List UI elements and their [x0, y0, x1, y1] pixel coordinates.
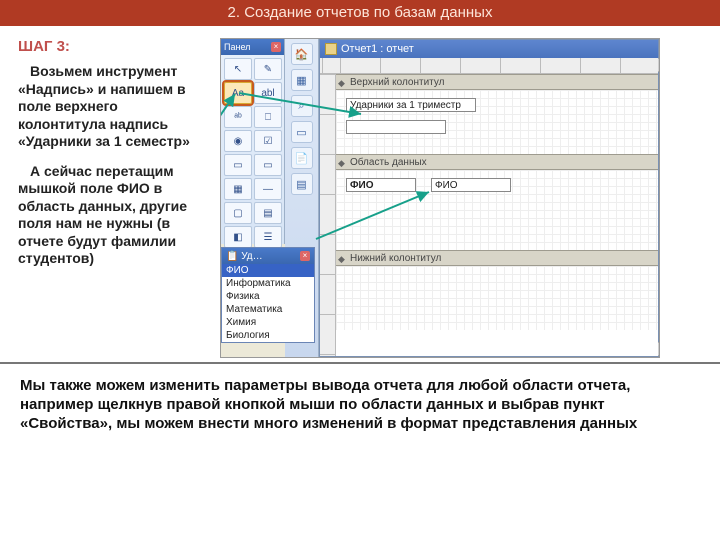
field-item-fio[interactable]: ФИО — [222, 264, 314, 277]
tool-optiongroup[interactable]: ᵃᵇ — [224, 106, 252, 128]
ribbon-report-icon[interactable]: 📄 — [291, 147, 313, 169]
empty-label-control[interactable] — [346, 120, 446, 134]
tool-toggle[interactable]: ⎕ — [254, 106, 282, 128]
ribbon-query-icon[interactable]: ⌕ — [291, 95, 313, 117]
tool-tab[interactable]: ☰ — [254, 226, 282, 248]
ribbon-page-icon[interactable]: ▤ — [291, 173, 313, 195]
close-icon[interactable]: × — [271, 42, 281, 52]
toolbox-title-text: Панел — [224, 42, 250, 52]
tool-checkbox[interactable]: ☑ — [254, 130, 282, 152]
page-footer-section[interactable] — [336, 266, 658, 330]
tool-optionbutton[interactable]: ◉ — [224, 130, 252, 152]
toolbox-palette: Панел × ↖ ✎ Aa abl ᵃᵇ ⎕ ◉ ☑ ▭ ▭ ▦ — ▢ — [221, 39, 285, 244]
tool-pagebreak[interactable]: ◧ — [224, 226, 252, 248]
footer-text: Мы также можем изменить параметры вывода… — [20, 376, 700, 434]
tool-pointer[interactable]: ↖ — [224, 58, 252, 80]
report-icon — [325, 43, 337, 55]
tool-label[interactable]: Aa — [224, 82, 252, 104]
tool-combobox[interactable]: ▭ — [224, 154, 252, 176]
field-control-fio[interactable]: ФИО — [431, 178, 511, 192]
field-list-panel[interactable]: 📋 Уд… × ФИО Информатика Физика Математик… — [221, 247, 315, 343]
page-header-section[interactable]: Ударники за 1 триместр — [336, 90, 658, 154]
instruction-column: ШАГ 3: Возьмем инструмент «Надпись» и на… — [18, 38, 208, 358]
tool-button[interactable]: ▦ — [224, 178, 252, 200]
slide-header: 2. Создание отчетов по базам данных — [0, 0, 720, 26]
footer-block: Мы также можем изменить параметры вывода… — [0, 362, 720, 434]
access-report-screenshot: Панел × ↖ ✎ Aa abl ᵃᵇ ⎕ ◉ ☑ ▭ ▭ ▦ — ▢ — [220, 38, 660, 358]
tool-bound-frame[interactable]: ▤ — [254, 202, 282, 224]
tool-textbox[interactable]: abl — [254, 82, 282, 104]
field-item-matematika[interactable]: Математика — [222, 303, 314, 316]
ribbon-home-icon[interactable]: 🏠 — [291, 43, 313, 65]
close-icon[interactable]: × — [300, 251, 310, 261]
section-detail-bar[interactable]: Область данных — [336, 154, 658, 170]
instruction-paragraph-2: А сейчас перетащим мышкой поле ФИО в обл… — [18, 163, 208, 268]
slide-title: 2. Создание отчетов по базам данных — [228, 4, 493, 21]
detail-section[interactable]: ФИО ФИО — [336, 170, 658, 250]
section-header-label: Верхний колонтитул — [350, 77, 445, 88]
tool-frame[interactable]: ▢ — [224, 202, 252, 224]
field-list-titlebar[interactable]: 📋 Уд… × — [222, 248, 314, 264]
field-caption-fio[interactable]: ФИО — [346, 178, 416, 192]
section-footer-label: Нижний колонтитул — [350, 253, 441, 264]
tool-image[interactable]: — — [254, 178, 282, 200]
section-header-bar[interactable]: Верхний колонтитул — [336, 74, 658, 90]
report-titlebar[interactable]: Отчет1 : отчет — [320, 40, 658, 58]
horizontal-ruler[interactable] — [320, 58, 658, 74]
field-item-biologiya[interactable]: Биология — [222, 329, 314, 342]
tool-listbox[interactable]: ▭ — [254, 154, 282, 176]
report-design-window: Отчет1 : отчет Верхний колонтитул Ударни… — [319, 39, 659, 357]
field-list-title: Уд… — [241, 251, 262, 262]
label-control[interactable]: Ударники за 1 триместр — [346, 98, 476, 112]
vertical-ruler[interactable] — [320, 74, 336, 356]
field-item-himiya[interactable]: Химия — [222, 316, 314, 329]
field-item-informatika[interactable]: Информатика — [222, 277, 314, 290]
ribbon-table-icon[interactable]: ▦ — [291, 69, 313, 91]
ribbon-form-icon[interactable]: ▭ — [291, 121, 313, 143]
section-detail-label: Область данных — [350, 157, 427, 168]
report-title-text: Отчет1 : отчет — [341, 43, 414, 55]
toolbox-titlebar[interactable]: Панел × — [221, 39, 284, 55]
instruction-paragraph-1: Возьмем инструмент «Надпись» и напишем в… — [18, 63, 208, 151]
tool-wizard[interactable]: ✎ — [254, 58, 282, 80]
section-footer-bar[interactable]: Нижний колонтитул — [336, 250, 658, 266]
field-item-fizika[interactable]: Физика — [222, 290, 314, 303]
step-label: ШАГ 3: — [18, 38, 208, 55]
toolbox-grid: ↖ ✎ Aa abl ᵃᵇ ⎕ ◉ ☑ ▭ ▭ ▦ — ▢ ▤ ◧ ☰ ✦ — [221, 55, 284, 275]
